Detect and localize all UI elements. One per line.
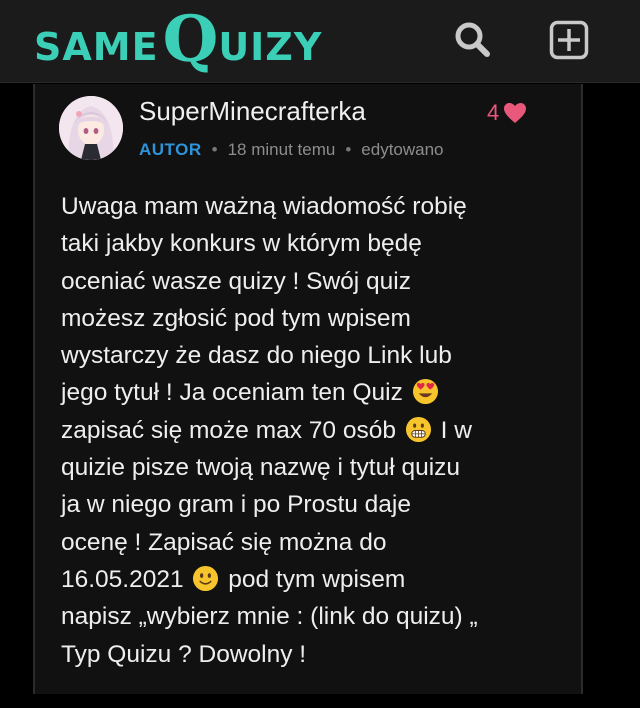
logo-uizy: UIZY — [218, 25, 323, 69]
comment-body: Uwaga mam ważną wiadomość robię taki jak… — [61, 188, 561, 673]
comment-line: taki jakby konkurs w którym będę — [61, 230, 422, 258]
search-button[interactable] — [452, 20, 492, 60]
comment-line: Typ Quizu ? Dowolny ! — [61, 640, 307, 668]
comment-line-with-emoji: jego tytuł ! Ja oceniam ten Quiz — [61, 374, 561, 411]
comment-line-with-emoji: 16.05.2021 pod tym wpisem — [61, 561, 561, 598]
comment-text: pod tym wpisem — [228, 565, 406, 593]
comment-line: oceniać wasze quizy ! Swój quiz — [61, 267, 411, 295]
avatar[interactable] — [59, 96, 123, 160]
separator-dot: • — [345, 140, 352, 159]
comment-line: napisz „wybierz mnie : (link do quizu) „ — [61, 603, 478, 631]
comment-line-with-emoji: zapisać się może max 70 osób I w — [61, 412, 561, 449]
like-button[interactable]: 4 — [487, 100, 527, 126]
comment-line: możesz zgłosić pod tym wpisem — [61, 304, 411, 332]
avatar-image — [59, 96, 123, 160]
comment-text: 16.05.2021 — [61, 565, 184, 593]
grimacing-emoji — [405, 416, 431, 442]
add-square-icon — [549, 20, 589, 60]
comment-text: jego tytuł ! Ja oceniam ten Quiz — [61, 379, 403, 407]
search-icon — [455, 22, 490, 57]
heart-icon — [504, 103, 527, 123]
comment-text: zapisać się może max 70 osób — [61, 416, 396, 444]
comment-time: 18 minut temu — [227, 140, 336, 159]
comment-line: Uwaga mam ważną wiadomość robię — [61, 193, 467, 220]
comment-line: quizie pisze twoją nazwę i tytuł quizu — [61, 454, 461, 482]
comment-line: wystarczy że dasz do niego Link lub — [61, 342, 452, 370]
comment-meta: AUTOR • 18 minut temu • edytowano — [139, 140, 444, 160]
like-count: 4 — [487, 100, 500, 125]
heart-eyes-emoji — [412, 379, 438, 405]
logo-q: Q — [162, 2, 219, 77]
edited-label: edytowano — [361, 140, 444, 159]
separator-dot: • — [211, 140, 218, 159]
slightly-smiling-emoji — [193, 565, 219, 592]
comment-line: ocenę ! Zapisać się można do — [61, 528, 387, 556]
comment-line: ja w niego gram i po Prostu daje — [61, 491, 411, 519]
logo-same: SAME — [34, 25, 159, 69]
comment-text: I w — [440, 416, 472, 444]
add-quiz-button[interactable] — [549, 20, 589, 60]
samequizy-logo[interactable]: SAME Q UIZY — [34, 8, 322, 76]
comment-username[interactable]: SuperMinecrafterka — [139, 96, 366, 127]
top-bar: SAME Q UIZY — [0, 0, 640, 83]
author-badge: AUTOR — [139, 140, 202, 159]
